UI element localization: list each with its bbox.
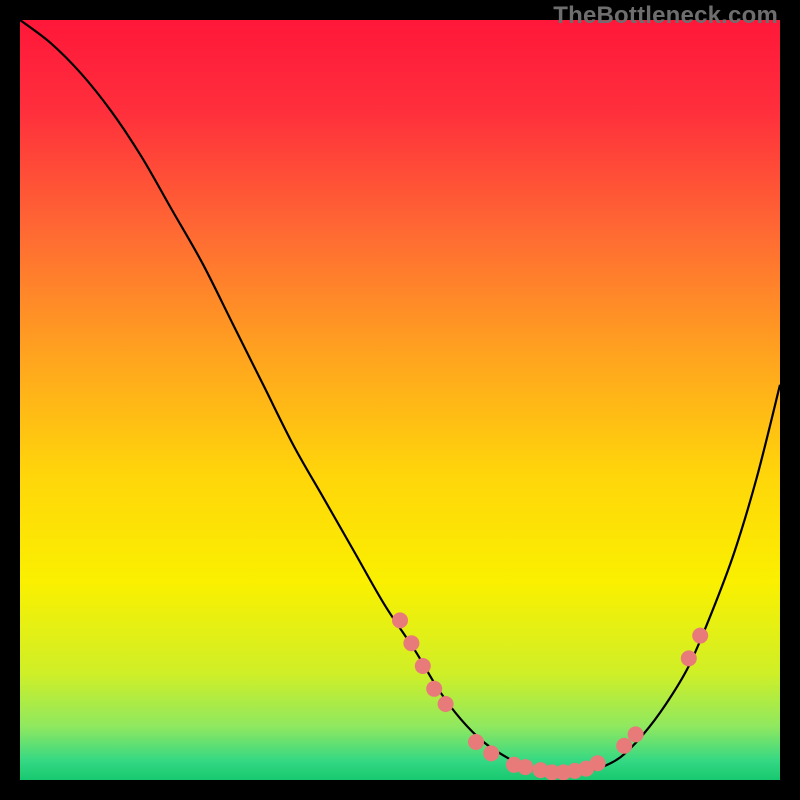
marker-dot [415, 658, 431, 674]
watermark-text: TheBottleneck.com [553, 2, 778, 30]
marker-dot [438, 696, 454, 712]
marker-dot [590, 755, 606, 771]
marker-dot [483, 745, 499, 761]
bottleneck-chart [20, 20, 780, 780]
marker-dot [426, 681, 442, 697]
marker-dot [517, 759, 533, 775]
marker-dot [616, 738, 632, 754]
marker-dot [692, 628, 708, 644]
marker-dot [392, 612, 408, 628]
marker-dot [628, 726, 644, 742]
chart-background [20, 20, 780, 780]
marker-dot [468, 734, 484, 750]
marker-dot [681, 650, 697, 666]
marker-dot [403, 635, 419, 651]
